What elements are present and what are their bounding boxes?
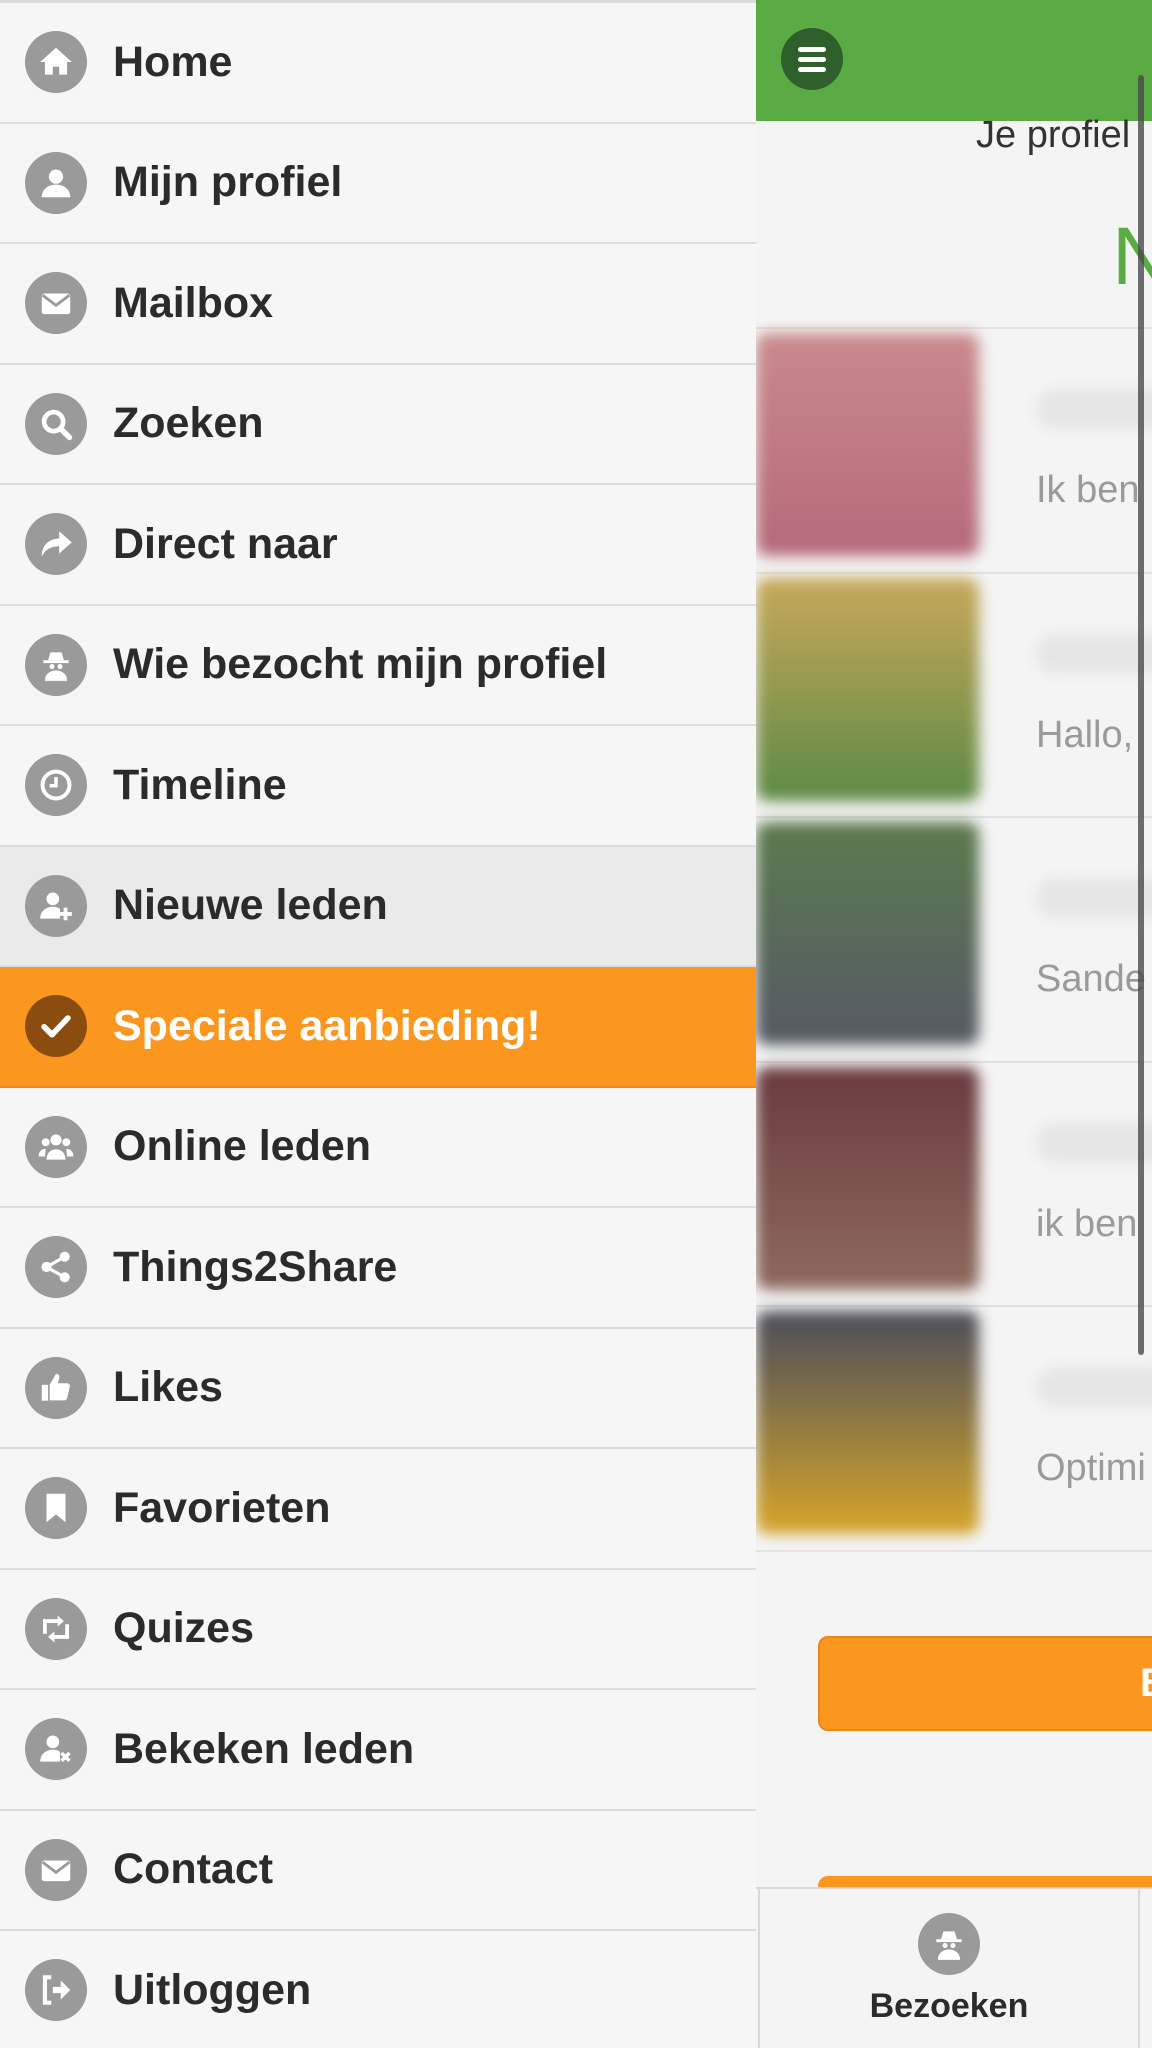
home-icon (25, 31, 87, 94)
menu-item-label: Direct naar (113, 519, 338, 568)
tab-bezoeken[interactable]: Bezoeken (758, 1889, 1140, 2048)
menu-item-label: Online leden (113, 1122, 372, 1171)
menu-item-label: Zoeken (113, 399, 264, 448)
divider (756, 1550, 1152, 1552)
menu-item-nieuwe-leden[interactable]: Nieuwe leden (0, 846, 756, 967)
menu-item-speciale-aanbieding[interactable]: Speciale aanbieding! (0, 967, 756, 1088)
section-heading: N (1112, 211, 1152, 302)
member-photo (756, 1311, 979, 1534)
member-name (1036, 633, 1152, 674)
menu-item-label: Home (113, 37, 233, 86)
retweet-icon (25, 1597, 87, 1660)
menu-item-home[interactable]: Home (0, 3, 756, 124)
member-message: Sande (1036, 958, 1146, 1000)
menu-item-mailbox[interactable]: Mailbox (0, 244, 756, 365)
menu-item-direct-naar[interactable]: Direct naar (0, 485, 756, 606)
clock-icon (25, 754, 87, 817)
bottom-tab-bar: Bezoeken (756, 1887, 1152, 2048)
menu-item-uitloggen[interactable]: Uitloggen (0, 1931, 756, 2048)
search-icon (25, 392, 87, 455)
sign-out-icon (25, 1959, 87, 2022)
menu-item-label: Uitloggen (113, 1965, 312, 2014)
menu-item-label: Nieuwe leden (113, 881, 388, 930)
member-photo (756, 822, 979, 1045)
side-menu: Home Mijn profiel Mailbox Zoeken Direct … (0, 0, 756, 2048)
menu-item-mijn-profiel[interactable]: Mijn profiel (0, 124, 756, 244)
menu-item-timeline[interactable]: Timeline (0, 726, 756, 847)
check-icon (25, 995, 87, 1058)
list-item[interactable]: Hallo, (756, 571, 1152, 817)
list-item[interactable]: Optimi (756, 1305, 1152, 1550)
users-icon (25, 1115, 87, 1178)
menu-item-label: Speciale aanbieding! (113, 1001, 541, 1050)
menu-item-label: Likes (113, 1363, 223, 1412)
menu-item-favorieten[interactable]: Favorieten (0, 1449, 756, 1570)
member-name (1036, 1122, 1152, 1163)
envelope-icon (25, 272, 87, 335)
menu-item-bekeken-leden[interactable]: Bekeken leden (0, 1690, 756, 1811)
list-item[interactable]: ik ben (756, 1060, 1152, 1306)
profile-status-text: Je profiel (976, 114, 1131, 156)
member-message: Optimi (1036, 1447, 1146, 1489)
member-photo (756, 577, 979, 801)
user-plus-icon (25, 874, 87, 937)
member-message: Hallo, (1036, 713, 1134, 756)
menu-item-label: Favorieten (113, 1483, 331, 1532)
member-photo (756, 1066, 979, 1290)
menu-item-label: Bekeken leden (113, 1724, 415, 1773)
menu-item-label: Quizes (113, 1604, 254, 1653)
menu-item-label: Contact (113, 1845, 274, 1894)
list-item[interactable]: Sande (756, 816, 1152, 1061)
orange-action-button[interactable]: B (818, 1636, 1152, 1731)
share-arrow-icon (25, 513, 87, 576)
user-icon (25, 151, 87, 214)
menu-item-quizes[interactable]: Quizes (0, 1570, 756, 1690)
menu-item-online-leden[interactable]: Online leden (0, 1088, 756, 1208)
menu-item-label: Wie bezocht mijn profiel (113, 640, 608, 689)
member-name (1036, 389, 1152, 429)
spy-icon (918, 1913, 980, 1975)
member-list: Ik ben Hallo, Sande ik ben Optimi (756, 327, 1152, 1550)
menu-item-wie-bezocht[interactable]: Wie bezocht mijn profiel (0, 606, 756, 726)
member-photo (756, 333, 979, 556)
member-message: ik ben (1036, 1202, 1138, 1245)
menu-item-label: Mijn profiel (113, 158, 343, 207)
top-bar (756, 0, 1152, 121)
scrollbar[interactable] (1138, 75, 1144, 1355)
user-remove-icon (25, 1718, 87, 1781)
share-nodes-icon (25, 1236, 87, 1299)
member-name (1036, 1367, 1152, 1407)
hamburger-icon[interactable] (781, 28, 843, 90)
menu-item-likes[interactable]: Likes (0, 1329, 756, 1449)
thumbs-up-icon (25, 1356, 87, 1419)
menu-item-things2share[interactable]: Things2Share (0, 1208, 756, 1329)
menu-item-label: Mailbox (113, 278, 274, 327)
menu-item-label: Timeline (113, 760, 287, 809)
member-name (1036, 878, 1152, 918)
list-item[interactable]: Ik ben (756, 327, 1152, 572)
bookmark-icon (25, 1477, 87, 1540)
menu-item-label: Things2Share (113, 1242, 398, 1291)
member-message: Ik ben (1036, 469, 1140, 511)
envelope-icon (25, 1838, 87, 1901)
spy-icon (25, 633, 87, 696)
tab-label: Bezoeken (869, 1987, 1029, 2025)
menu-item-zoeken[interactable]: Zoeken (0, 365, 756, 485)
main-content: Je profiel N Ik ben Hallo, Sande ik ben … (756, 0, 1152, 2048)
menu-item-contact[interactable]: Contact (0, 1811, 756, 1931)
